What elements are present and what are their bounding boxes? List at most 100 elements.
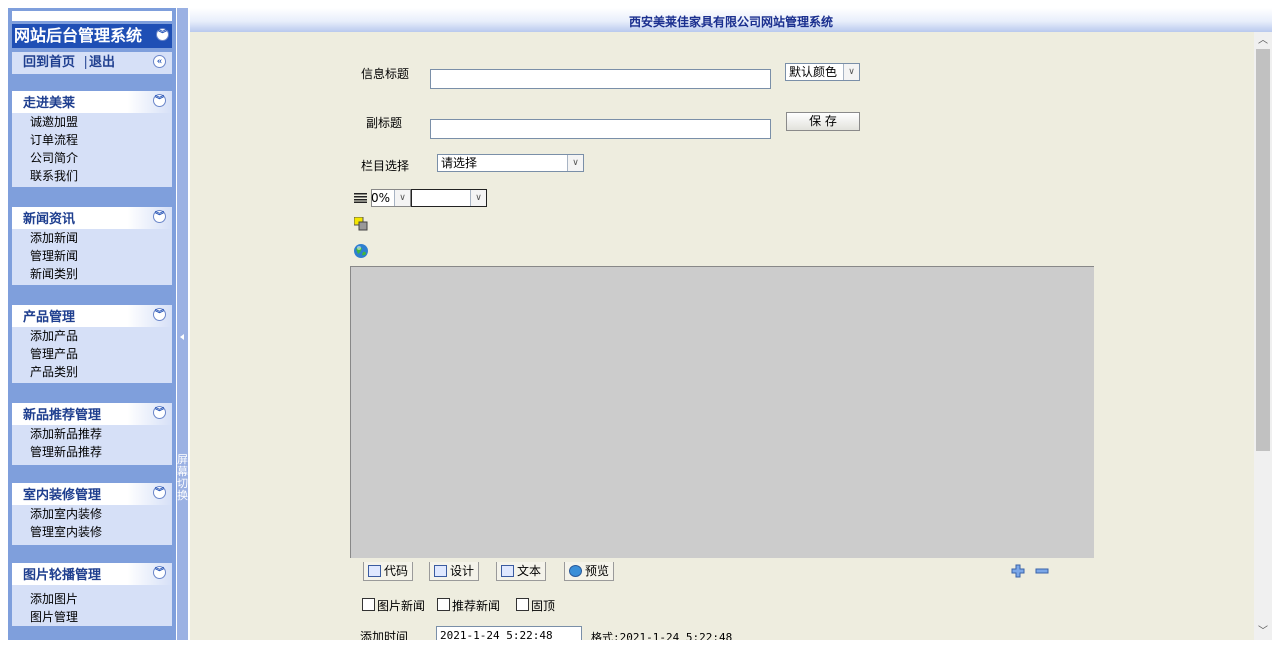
subtitle-input[interactable] xyxy=(430,119,771,139)
menu-group-header[interactable]: 产品管理 ︾ xyxy=(12,305,172,327)
chevron-down-icon[interactable]: ︾ xyxy=(153,406,166,419)
chevron-down-icon[interactable]: ∨ xyxy=(567,155,583,171)
zoom-select-value: 0% xyxy=(371,191,391,205)
menu-group-title: 走进美莱 xyxy=(23,96,76,111)
chevron-down-icon[interactable]: ︾ xyxy=(153,486,166,499)
time-input[interactable]: 2021-1-24 5:22:48 xyxy=(436,626,582,640)
code-icon xyxy=(368,565,381,577)
menu-item[interactable]: 管理新闻 xyxy=(12,247,172,265)
menu-item[interactable]: 添加产品 xyxy=(12,327,172,345)
content-panel: 信息标题 默认颜色 ∨ 副标题 保 存 栏目选择 请选择 ∨ 0% ∨ ∨ 代码… xyxy=(190,32,1254,640)
menu-group-header[interactable]: 走进美莱 ︾ xyxy=(12,91,172,113)
mode-code-label: 代码 xyxy=(384,564,409,578)
chevron-down-icon[interactable]: ︾ xyxy=(153,308,166,321)
link-separator: | xyxy=(83,55,88,70)
scrollbar-thumb[interactable] xyxy=(1256,49,1270,451)
font-select[interactable]: ∨ xyxy=(411,189,487,207)
checkbox-box[interactable] xyxy=(516,598,529,611)
menu-group-header[interactable]: 新品推荐管理 ︾ xyxy=(12,403,172,425)
zoom-select[interactable]: 0% ∨ xyxy=(371,189,411,207)
menu-item[interactable]: 添加新品推荐 xyxy=(12,425,172,443)
menu-group-news: 新闻资讯 ︾ 添加新闻 管理新闻 新闻类别 xyxy=(12,207,172,285)
collapse-arrow-icon[interactable] xyxy=(180,334,184,340)
design-icon xyxy=(434,565,447,577)
checkbox-label: 图片新闻 xyxy=(377,599,426,613)
logout-link[interactable]: 退出 xyxy=(89,55,115,70)
menu-group-title: 新品推荐管理 xyxy=(23,408,102,423)
checkbox-label: 推荐新闻 xyxy=(452,599,501,613)
title-color-value: 默认颜色 xyxy=(789,65,838,79)
menu-group-products: 产品管理 ︾ 添加产品 管理产品 产品类别 xyxy=(12,305,172,383)
text-icon xyxy=(501,565,514,577)
sidebar: 网站后台管理系统 ︾ 回到首页 |退出 « 走进美莱 ︾ 诚邀加盟 订单流程 公司… xyxy=(8,8,176,640)
menu-group-title: 室内装修管理 xyxy=(23,488,102,503)
preview-icon xyxy=(569,565,582,577)
menu-item[interactable]: 新闻类别 xyxy=(12,265,172,285)
chevron-down-icon[interactable]: ︾ xyxy=(153,210,166,223)
page-title: 西安美莱佳家具有限公司网站管理系统 xyxy=(628,15,833,29)
menu-item[interactable]: 订单流程 xyxy=(12,131,172,149)
chevron-down-icon[interactable]: ∨ xyxy=(470,190,486,206)
menu-group-decoration: 室内装修管理 ︾ 添加室内装修 管理室内装修 xyxy=(12,483,172,545)
time-format-hint: 格式:2021-1-24 5:22:48 xyxy=(591,631,733,640)
menu-item[interactable]: 联系我们 xyxy=(12,167,172,187)
home-link[interactable]: 回到首页 xyxy=(23,55,75,70)
scroll-down-icon[interactable]: ﹀ xyxy=(1254,623,1272,640)
collapse-left-icon[interactable]: « xyxy=(153,55,166,68)
menu-group-header[interactable]: 新闻资讯 ︾ xyxy=(12,207,172,229)
screen-toggle-label[interactable]: 屏幕切换 xyxy=(177,454,188,502)
sidebar-top-strip xyxy=(12,11,172,21)
title-color-select[interactable]: 默认颜色 ∨ xyxy=(785,63,860,81)
menu-item[interactable]: 添加图片 xyxy=(12,585,172,608)
menu-item[interactable]: 管理新品推荐 xyxy=(12,443,172,465)
align-icon[interactable] xyxy=(354,192,368,203)
chevron-down-icon[interactable]: ︾ xyxy=(153,566,166,579)
top-header: 西安美莱佳家具有限公司网站管理系统 xyxy=(190,8,1272,32)
mode-preview-button[interactable]: 预览 xyxy=(564,562,615,581)
menu-item[interactable]: 添加室内装修 xyxy=(12,505,172,523)
screen-toggle-splitter[interactable]: 屏幕切换 xyxy=(177,8,188,640)
checkbox-box[interactable] xyxy=(437,598,450,611)
globe-icon[interactable] xyxy=(353,243,369,259)
menu-item[interactable]: 管理产品 xyxy=(12,345,172,363)
menu-item[interactable]: 图片管理 xyxy=(12,608,172,626)
subtitle-label: 副标题 xyxy=(366,116,403,130)
checkbox-recommended-news[interactable]: 推荐新闻 xyxy=(437,597,500,614)
menu-group-header[interactable]: 图片轮播管理 ︾ xyxy=(12,563,172,585)
mode-text-button[interactable]: 文本 xyxy=(496,562,547,581)
vertical-scrollbar[interactable]: ︿ ﹀ xyxy=(1254,32,1272,640)
menu-item[interactable]: 添加新闻 xyxy=(12,229,172,247)
title-input[interactable] xyxy=(430,69,771,89)
mode-preview-label: 预览 xyxy=(585,564,610,578)
home-logout-row: 回到首页 |退出 « xyxy=(12,52,172,74)
title-label: 信息标题 xyxy=(361,67,410,81)
column-label: 栏目选择 xyxy=(361,159,410,173)
menu-group-header[interactable]: 室内装修管理 ︾ xyxy=(12,483,172,505)
mode-code-button[interactable]: 代码 xyxy=(363,562,414,581)
menu-group-title: 产品管理 xyxy=(23,310,76,325)
system-title-text: 网站后台管理系统 xyxy=(14,26,143,45)
collapse-all-icon[interactable]: ︾ xyxy=(156,28,169,41)
mode-design-button[interactable]: 设计 xyxy=(429,562,480,581)
chevron-down-icon[interactable]: ∨ xyxy=(394,190,410,206)
rich-text-editor-area[interactable] xyxy=(350,266,1094,558)
menu-item[interactable]: 管理室内装修 xyxy=(12,523,172,545)
shrink-icon[interactable] xyxy=(1035,564,1049,578)
layer-icon[interactable] xyxy=(353,216,368,231)
enlarge-icon[interactable] xyxy=(1011,564,1025,578)
scroll-up-icon[interactable]: ︿ xyxy=(1254,32,1272,49)
menu-item[interactable]: 产品类别 xyxy=(12,363,172,383)
checkbox-box[interactable] xyxy=(362,598,375,611)
save-button[interactable]: 保 存 xyxy=(786,112,860,131)
column-select-value: 请选择 xyxy=(441,156,478,170)
checkbox-pin-top[interactable]: 固顶 xyxy=(516,597,555,614)
menu-item[interactable]: 诚邀加盟 xyxy=(12,113,172,131)
mode-text-label: 文本 xyxy=(517,564,542,578)
time-label: 添加时间 xyxy=(360,630,409,640)
column-select[interactable]: 请选择 ∨ xyxy=(437,154,584,172)
mode-design-label: 设计 xyxy=(450,564,475,578)
chevron-down-icon[interactable]: ∨ xyxy=(843,64,859,80)
checkbox-picture-news[interactable]: 图片新闻 xyxy=(362,597,425,614)
menu-item[interactable]: 公司简介 xyxy=(12,149,172,167)
chevron-down-icon[interactable]: ︾ xyxy=(153,94,166,107)
